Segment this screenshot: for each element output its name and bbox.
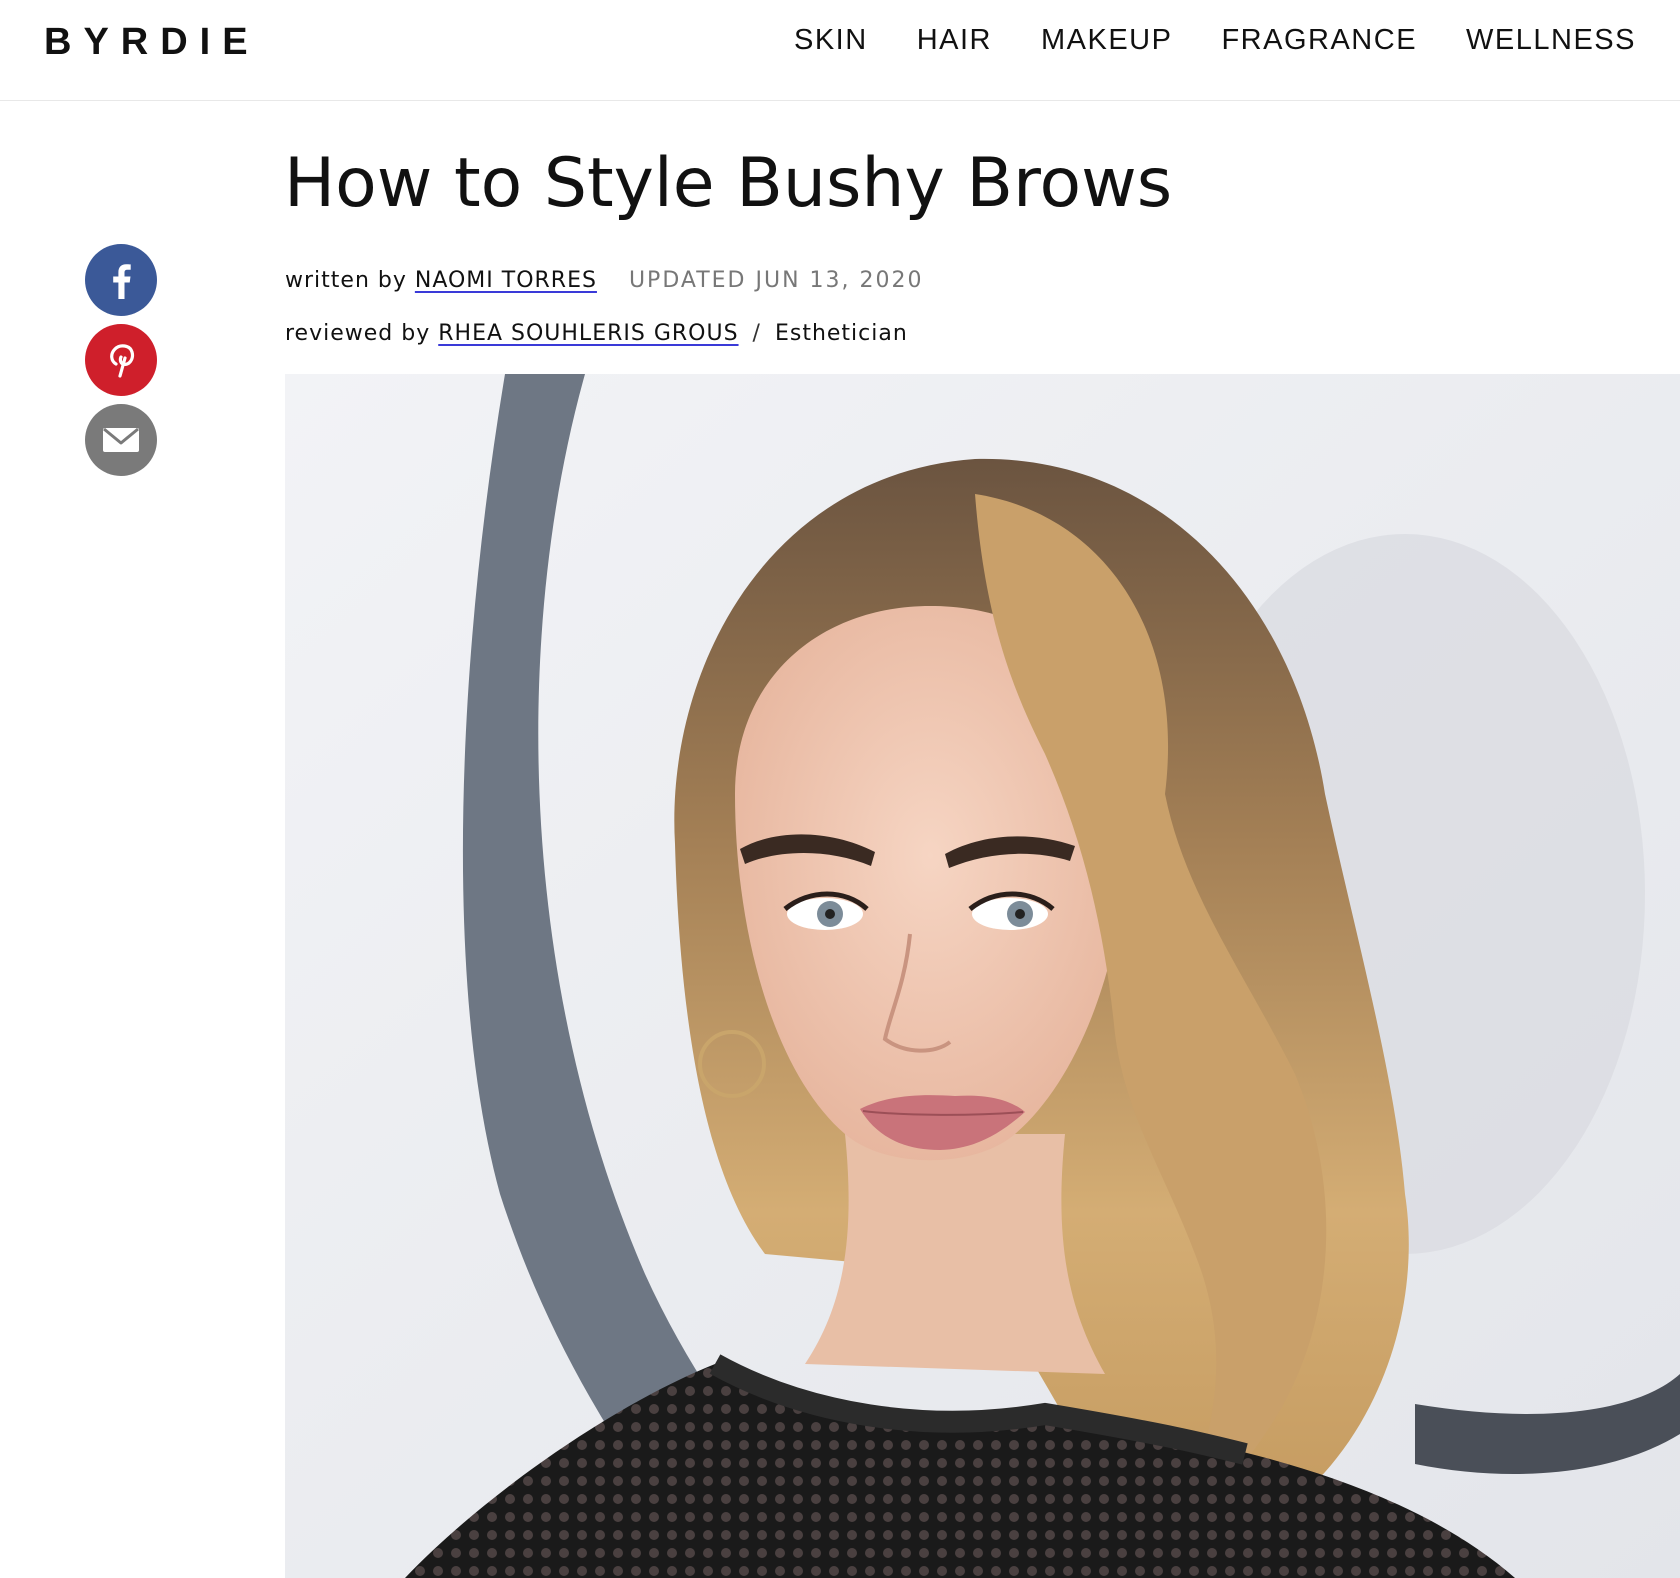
facebook-share-button[interactable] bbox=[85, 244, 157, 316]
updated-date: UPDATED JUN 13, 2020 bbox=[628, 268, 924, 293]
pinterest-share-button[interactable] bbox=[85, 324, 157, 396]
reviewer-link[interactable]: RHEA SOUHLERIS GROUS bbox=[438, 321, 738, 346]
mail-icon bbox=[103, 427, 139, 452]
reviewer-role: Esthetician bbox=[774, 321, 908, 346]
hero-portrait-illustration bbox=[285, 374, 1680, 1578]
byrdie-logo[interactable]: BYRDIE bbox=[44, 20, 260, 64]
pinterest-icon bbox=[110, 344, 135, 378]
byline-author: written by NAOMI TORRES UPDATED JUN 13, … bbox=[285, 266, 924, 296]
reviewed-by-label: reviewed by bbox=[285, 321, 431, 346]
nav-item-wellness[interactable]: WELLNESS bbox=[1466, 22, 1636, 58]
hero-image bbox=[285, 374, 1680, 1578]
nav-item-hair[interactable]: HAIR bbox=[917, 22, 992, 58]
byline-reviewer: reviewed by RHEA SOUHLERIS GROUS / Estheti… bbox=[285, 319, 908, 349]
author-link[interactable]: NAOMI TORRES bbox=[415, 268, 597, 293]
written-by-label: written by bbox=[285, 268, 407, 293]
facebook-icon bbox=[113, 264, 131, 299]
main-nav: SKIN HAIR MAKEUP FRAGRANCE WELLNESS bbox=[794, 22, 1636, 58]
share-bar bbox=[85, 244, 157, 484]
site-header: BYRDIE SKIN HAIR MAKEUP FRAGRANCE WELLNE… bbox=[0, 0, 1680, 101]
byline-separator: / bbox=[752, 321, 761, 346]
article-title: How to Style Bushy Brows bbox=[284, 144, 1173, 223]
nav-item-skin[interactable]: SKIN bbox=[794, 22, 868, 58]
nav-item-fragrance[interactable]: FRAGRANCE bbox=[1221, 22, 1417, 58]
nav-item-makeup[interactable]: MAKEUP bbox=[1041, 22, 1172, 58]
email-share-button[interactable] bbox=[85, 404, 157, 476]
